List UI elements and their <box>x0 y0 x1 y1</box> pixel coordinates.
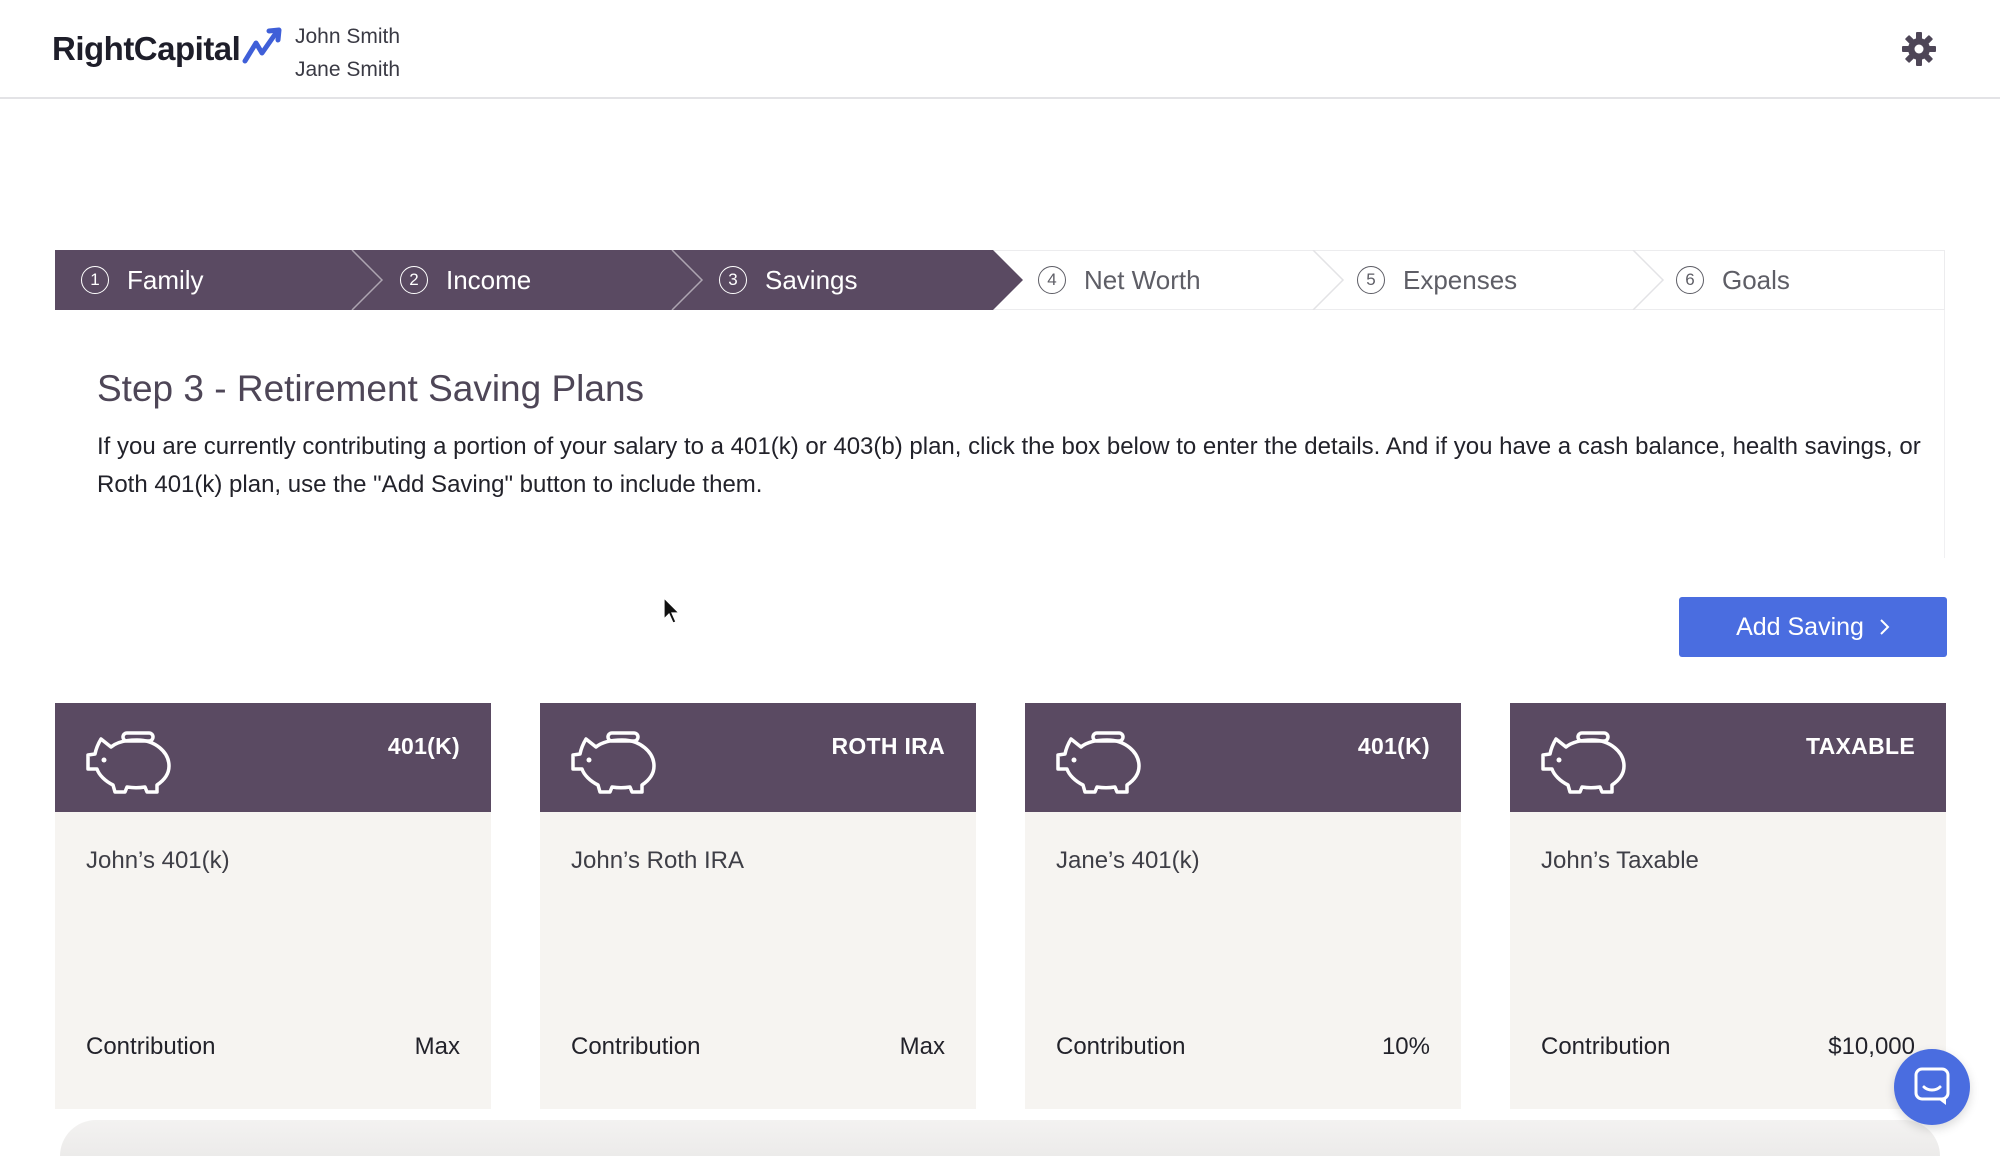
gear-icon[interactable] <box>1900 30 1938 68</box>
account-type: 401(K) <box>1357 733 1430 759</box>
chat-launcher-button[interactable] <box>1894 1049 1970 1125</box>
step-number: 5 <box>1357 266 1385 294</box>
saving-card[interactable]: 401(K) Jane’s 401(k) Contribution 10% <box>1025 703 1461 1109</box>
step-label: Family <box>127 264 204 295</box>
step-label: Income <box>446 264 532 295</box>
account-type: 401(K) <box>387 733 460 759</box>
piggy-bank-icon <box>1056 731 1141 794</box>
app-header: RightCapital John Smith Jane Smith <box>0 0 2000 99</box>
chevron-right-icon <box>1880 619 1890 635</box>
step-family[interactable]: 1 Family <box>55 250 352 310</box>
account-name: Jane’s 401(k) <box>1056 847 1200 874</box>
cursor-icon <box>663 597 681 624</box>
card-header: TAXABLE <box>1510 703 1946 812</box>
account-name: John’s Taxable <box>1541 847 1699 874</box>
footer-shadow <box>60 1120 1940 1156</box>
contribution-value: Max <box>899 1033 945 1060</box>
card-header: 401(K) <box>55 703 491 812</box>
step-number: 1 <box>81 266 109 294</box>
add-saving-label: Add Saving <box>1736 612 1864 641</box>
step-expenses[interactable]: 5 Expenses <box>1331 250 1631 310</box>
add-saving-button[interactable]: Add Saving <box>1679 597 1947 657</box>
piggy-bank-icon <box>571 731 656 794</box>
contribution-label: Contribution <box>571 1033 701 1060</box>
piggy-bank-icon <box>1541 731 1626 794</box>
step-income[interactable]: 2 Income <box>374 250 672 310</box>
step-description: If you are currently contributing a port… <box>97 433 1921 498</box>
wizard-steps: 1 Family 2 Income 3 Savings 4 Net Worth … <box>55 250 1945 310</box>
contribution-value: 10% <box>1381 1033 1430 1060</box>
saving-card[interactable]: 401(K) John’s 401(k) Contribution Max <box>55 703 491 1109</box>
step-number: 6 <box>1676 266 1704 294</box>
piggy-bank-icon <box>86 731 171 794</box>
contribution-label: Contribution <box>1056 1033 1186 1060</box>
saving-card[interactable]: ROTH IRA John’s Roth IRA Contribution Ma… <box>540 703 976 1109</box>
step-label: Expenses <box>1403 264 1518 295</box>
step-label: Net Worth <box>1084 264 1201 295</box>
step-number: 4 <box>1038 266 1066 294</box>
brand-name: RightCapital <box>52 30 241 67</box>
contribution-label: Contribution <box>1541 1033 1671 1060</box>
page-title: Step 3 - Retirement Saving Plans <box>97 368 645 409</box>
card-header: 401(K) <box>1025 703 1461 812</box>
account-type: ROTH IRA <box>831 733 945 759</box>
contribution-value: $10,000 <box>1828 1033 1915 1060</box>
client-name-primary: John Smith <box>295 25 401 48</box>
account-name: John’s Roth IRA <box>571 847 744 874</box>
account-name: John’s 401(k) <box>86 847 230 874</box>
contribution-value: Max <box>414 1033 460 1060</box>
brand-logo[interactable]: RightCapital <box>52 27 286 68</box>
step-savings[interactable]: 3 Savings <box>693 250 993 310</box>
card-header: ROTH IRA <box>540 703 976 812</box>
client-name-spouse: Jane Smith <box>295 58 401 81</box>
step-label: Savings <box>765 264 858 295</box>
step-label: Goals <box>1722 264 1790 295</box>
saving-card[interactable]: TAXABLE John’s Taxable Contribution $10,… <box>1510 703 1946 1109</box>
step-number: 3 <box>719 266 747 294</box>
contribution-label: Contribution <box>86 1033 216 1060</box>
step-net-worth[interactable]: 4 Net Worth <box>1012 250 1312 310</box>
chat-icon <box>1914 1067 1950 1105</box>
client-names[interactable]: John Smith Jane Smith <box>295 20 400 86</box>
step-content-panel: Step 3 - Retirement Saving Plans If you … <box>55 310 1945 558</box>
step-number: 2 <box>400 266 428 294</box>
step-goals[interactable]: 6 Goals <box>1650 250 1945 310</box>
account-type: TAXABLE <box>1805 733 1915 759</box>
logo-arrow-icon <box>242 27 282 64</box>
